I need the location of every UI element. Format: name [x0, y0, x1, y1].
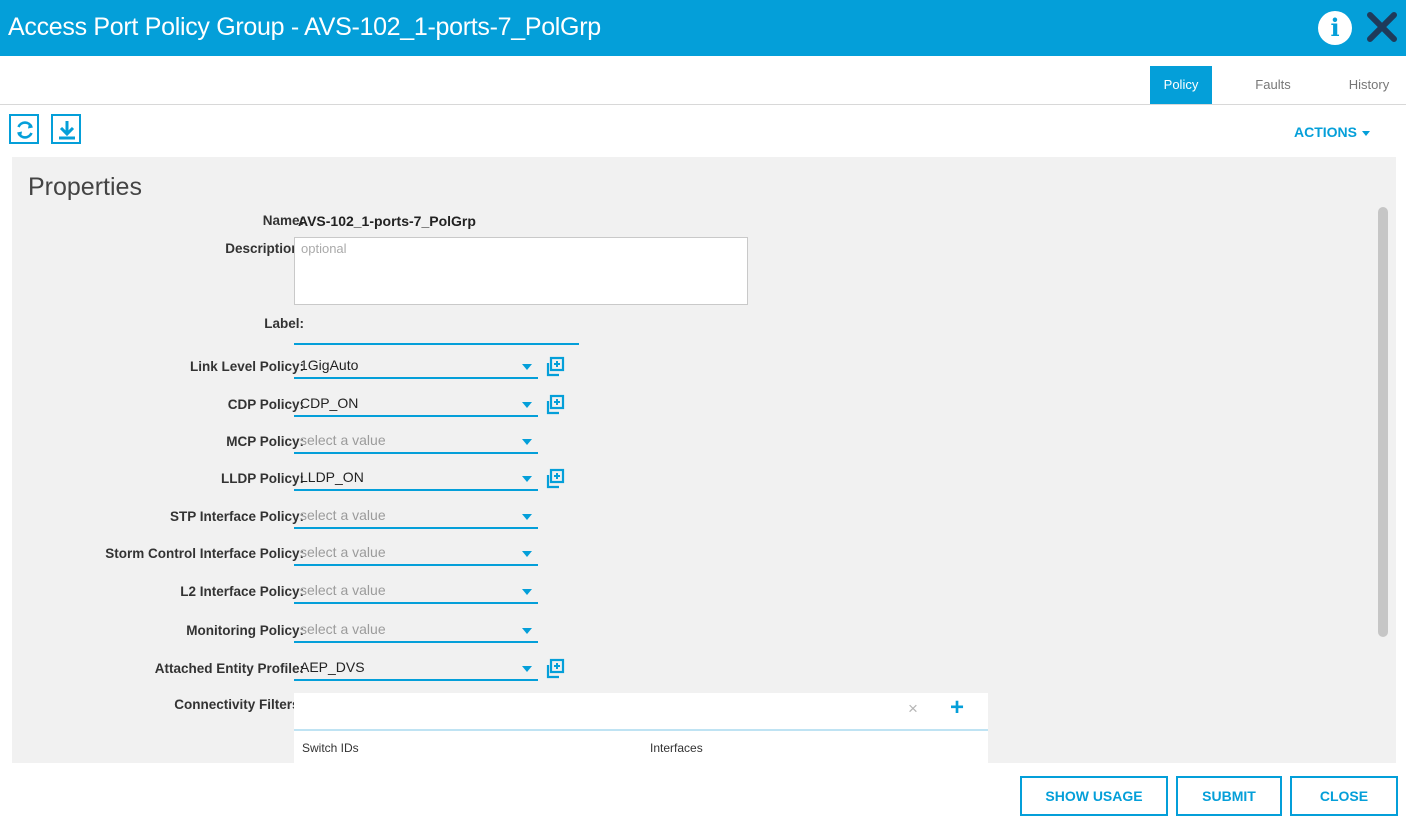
l2-interface-policy-value: select a value	[300, 582, 386, 598]
storm-control-interface-policy-value: select a value	[300, 544, 386, 560]
chevron-down-icon	[522, 589, 532, 595]
clear-icon[interactable]: ×	[908, 699, 918, 719]
monitoring-policy-label: Monitoring Policy:	[186, 623, 304, 638]
monitoring-policy-value: select a value	[300, 621, 386, 637]
l2-interface-policy-label: L2 Interface Policy:	[180, 584, 304, 599]
copy-icon[interactable]	[544, 356, 566, 378]
attached-entity-profile-select[interactable]: AEP_DVS	[294, 655, 538, 681]
download-button[interactable]	[51, 114, 81, 144]
chevron-down-icon	[522, 551, 532, 557]
cdp-policy-select[interactable]: CDP_ON	[294, 391, 538, 417]
refresh-button[interactable]	[9, 114, 39, 144]
stp-interface-policy-label: STP Interface Policy:	[169, 509, 304, 524]
lldp-policy-value: LLDP_ON	[300, 469, 364, 485]
monitoring-policy-select[interactable]: select a value	[294, 617, 538, 643]
attached-entity-profile-value: AEP_DVS	[300, 659, 365, 675]
stp-interface-policy-value: select a value	[300, 507, 386, 523]
copy-icon[interactable]	[544, 468, 566, 490]
connectivity-filters-table: × + Switch IDs Interfaces	[294, 693, 988, 763]
tab-bar: Policy Faults History	[0, 66, 1406, 104]
storm-control-interface-policy-select[interactable]: select a value	[294, 540, 538, 566]
link-level-policy-label: Link Level Policy:	[189, 359, 304, 374]
tabs-divider	[0, 104, 1406, 105]
add-icon[interactable]: +	[950, 694, 964, 722]
mcp-policy-value: select a value	[300, 432, 386, 448]
connectivity-filters-label: Connectivity Filters:	[174, 697, 304, 712]
label-field[interactable]	[294, 321, 579, 345]
chevron-down-icon	[522, 514, 532, 520]
lldp-policy-select[interactable]: LLDP_ON	[294, 465, 538, 491]
link-level-policy-select[interactable]: 1GigAuto	[294, 353, 538, 379]
link-level-policy-value: 1GigAuto	[300, 357, 359, 373]
chevron-down-icon	[522, 628, 532, 634]
actions-label: ACTIONS	[1294, 124, 1357, 140]
properties-panel: Properties Name: AVS-102_1-ports-7_PolGr…	[12, 157, 1396, 763]
name-value: AVS-102_1-ports-7_PolGrp	[298, 213, 476, 229]
l2-interface-policy-select[interactable]: select a value	[294, 578, 538, 604]
chevron-down-icon	[522, 476, 532, 482]
chevron-down-icon	[522, 364, 532, 370]
tab-faults[interactable]: Faults	[1242, 66, 1304, 104]
description-placeholder: optional	[301, 241, 347, 256]
copy-icon[interactable]	[544, 658, 566, 680]
download-icon	[59, 121, 75, 140]
lldp-policy-label: LLDP Policy:	[220, 471, 304, 486]
chevron-down-icon	[522, 666, 532, 672]
mcp-policy-label: MCP Policy:	[226, 434, 304, 449]
stp-interface-policy-select[interactable]: select a value	[294, 503, 538, 529]
attached-entity-profile-label: Attached Entity Profile:	[154, 661, 304, 676]
submit-button[interactable]: SUBMIT	[1176, 776, 1282, 816]
tab-policy[interactable]: Policy	[1150, 66, 1212, 104]
chevron-down-icon	[1362, 130, 1370, 136]
connectivity-filters-toolbar: × +	[294, 693, 988, 731]
chevron-down-icon	[522, 402, 532, 408]
vertical-scrollbar[interactable]	[1378, 207, 1388, 637]
cdp-policy-label: CDP Policy:	[227, 397, 304, 412]
close-icon[interactable]	[1364, 9, 1400, 45]
column-header-interfaces[interactable]: Interfaces	[650, 741, 703, 755]
show-usage-button[interactable]: SHOW USAGE	[1020, 776, 1168, 816]
chevron-down-icon	[522, 439, 532, 445]
properties-title: Properties	[28, 173, 142, 201]
copy-icon[interactable]	[544, 394, 566, 416]
cdp-policy-value: CDP_ON	[300, 395, 359, 411]
storm-control-interface-policy-label: Storm Control Interface Policy:	[105, 546, 304, 561]
actions-menu[interactable]: ACTIONS	[1294, 124, 1370, 140]
mcp-policy-select[interactable]: select a value	[294, 428, 538, 454]
close-button[interactable]: CLOSE	[1290, 776, 1398, 816]
description-field[interactable]: optional	[294, 237, 748, 305]
dialog-title: Access Port Policy Group - AVS-102_1-por…	[8, 13, 601, 41]
description-label: Description:	[225, 241, 304, 256]
column-header-switch-ids[interactable]: Switch IDs	[302, 741, 359, 755]
tab-history[interactable]: History	[1336, 66, 1402, 104]
info-icon[interactable]: i	[1318, 11, 1352, 45]
refresh-icon	[17, 121, 33, 139]
title-bar: Access Port Policy Group - AVS-102_1-por…	[0, 0, 1406, 56]
